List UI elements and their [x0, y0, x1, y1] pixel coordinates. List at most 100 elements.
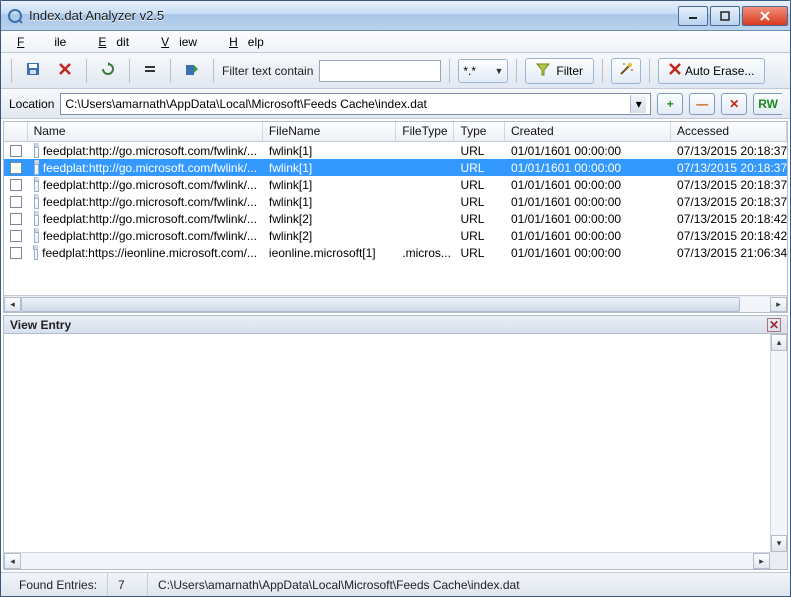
- cell-name: feedplat:https://ieonline.microsoft.com/…: [42, 246, 257, 260]
- file-icon: [34, 160, 39, 175]
- cell-type: URL: [460, 229, 484, 243]
- row-checkbox[interactable]: [10, 145, 22, 157]
- scroll-down-icon[interactable]: ▾: [771, 535, 787, 552]
- x-icon: [669, 63, 681, 78]
- row-checkbox[interactable]: [10, 179, 22, 191]
- table-row[interactable]: feedplat:http://go.microsoft.com/fwlink/…: [4, 210, 787, 227]
- scroll-left-icon[interactable]: ◂: [4, 297, 21, 312]
- table-row[interactable]: feedplat:http://go.microsoft.com/fwlink/…: [4, 142, 787, 159]
- row-checkbox[interactable]: [10, 213, 22, 225]
- view-entry-body: ▴ ▾ ◂ ▸: [3, 333, 788, 570]
- scroll-right-icon[interactable]: ▸: [753, 553, 770, 569]
- menu-file-label: ile: [44, 33, 76, 51]
- cell-type: URL: [460, 246, 484, 260]
- file-icon: [34, 177, 39, 192]
- scroll-thumb[interactable]: [21, 297, 740, 312]
- rw-label: RW: [758, 97, 778, 111]
- pattern-value: *.*: [463, 64, 476, 78]
- delete-button[interactable]: [52, 59, 78, 83]
- cell-type: URL: [460, 178, 484, 192]
- col-name[interactable]: Name: [28, 122, 263, 141]
- scroll-right-icon[interactable]: ▸: [770, 297, 787, 312]
- cell-created: 01/01/1601 00:00:00: [511, 161, 621, 175]
- row-checkbox[interactable]: [10, 230, 22, 242]
- scroll-track[interactable]: [21, 553, 753, 569]
- scroll-left-icon[interactable]: ◂: [4, 553, 21, 569]
- equals-button[interactable]: [138, 59, 162, 83]
- scroll-corner: [770, 552, 787, 569]
- maximize-button[interactable]: [710, 6, 740, 26]
- clear-location-button[interactable]: ✕: [721, 93, 747, 115]
- cell-accessed: 07/13/2015 20:18:37: [677, 178, 787, 192]
- menu-view-label: iew: [169, 33, 207, 51]
- status-found-count: 7: [108, 573, 148, 596]
- cell-accessed: 07/13/2015 20:18:37: [677, 161, 787, 175]
- funnel-icon: [536, 62, 550, 79]
- filter-button[interactable]: Filter: [525, 58, 594, 84]
- menu-view[interactable]: View: [151, 33, 217, 51]
- file-icon: [34, 194, 39, 209]
- remove-location-button[interactable]: —: [689, 93, 715, 115]
- refresh-button[interactable]: [95, 59, 121, 83]
- cell-created: 01/01/1601 00:00:00: [511, 246, 621, 260]
- col-accessed[interactable]: Accessed: [671, 122, 787, 141]
- toolbar: Filter text contain *.* ▼ Filter Auto Er…: [1, 53, 790, 89]
- cell-created: 01/01/1601 00:00:00: [511, 178, 621, 192]
- row-checkbox[interactable]: [10, 247, 22, 259]
- equals-icon: [143, 62, 157, 79]
- cell-filename: fwlink[1]: [269, 195, 312, 209]
- add-location-button[interactable]: +: [657, 93, 683, 115]
- col-type[interactable]: Type: [454, 122, 505, 141]
- cell-accessed: 07/13/2015 20:18:37: [677, 144, 787, 158]
- table-row[interactable]: feedplat:http://go.microsoft.com/fwlink/…: [4, 176, 787, 193]
- magic-button[interactable]: [611, 58, 641, 84]
- scroll-track[interactable]: [21, 297, 770, 312]
- export-button[interactable]: [179, 59, 205, 83]
- cell-created: 01/01/1601 00:00:00: [511, 195, 621, 209]
- location-bar: Location C:\Users\amarnath\AppData\Local…: [1, 89, 790, 119]
- table-row[interactable]: feedplat:http://go.microsoft.com/fwlink/…: [4, 227, 787, 244]
- table-header: Name FileName FileType Type Created Acce…: [4, 122, 787, 142]
- status-bar: Found Entries: 7 C:\Users\amarnath\AppDa…: [1, 572, 790, 596]
- filter-input[interactable]: [319, 60, 441, 82]
- location-combo[interactable]: C:\Users\amarnath\AppData\Local\Microsof…: [60, 93, 651, 115]
- cell-name: feedplat:http://go.microsoft.com/fwlink/…: [43, 212, 257, 226]
- status-path: C:\Users\amarnath\AppData\Local\Microsof…: [148, 573, 782, 596]
- table-row[interactable]: feedplat:https://ieonline.microsoft.com/…: [4, 244, 787, 261]
- scroll-up-icon[interactable]: ▴: [771, 334, 787, 351]
- cell-name: feedplat:http://go.microsoft.com/fwlink/…: [43, 144, 257, 158]
- filter-label: Filter text contain: [222, 64, 313, 78]
- v-scrollbar[interactable]: ▴ ▾: [770, 334, 787, 552]
- minimize-button[interactable]: [678, 6, 708, 26]
- col-filename[interactable]: FileName: [263, 122, 396, 141]
- view-entry-close-button[interactable]: ✕: [767, 318, 781, 332]
- cell-type: URL: [460, 212, 484, 226]
- app-icon: [7, 8, 23, 24]
- rw-button[interactable]: RW: [753, 93, 782, 115]
- pattern-combo[interactable]: *.* ▼: [458, 59, 508, 83]
- h-scrollbar[interactable]: ◂ ▸: [4, 295, 787, 312]
- status-found-label: Found Entries:: [9, 573, 108, 596]
- cell-created: 01/01/1601 00:00:00: [511, 212, 621, 226]
- refresh-icon: [100, 61, 116, 80]
- row-checkbox[interactable]: [10, 162, 22, 174]
- col-filetype[interactable]: FileType: [396, 122, 454, 141]
- location-path: C:\Users\amarnath\AppData\Local\Microsof…: [65, 97, 427, 111]
- row-checkbox[interactable]: [10, 196, 22, 208]
- menubar: File Edit View Help: [1, 31, 790, 53]
- cell-created: 01/01/1601 00:00:00: [511, 144, 621, 158]
- table-row[interactable]: feedplat:http://go.microsoft.com/fwlink/…: [4, 193, 787, 210]
- h-scrollbar[interactable]: ◂ ▸: [4, 552, 770, 569]
- save-button[interactable]: [20, 59, 46, 83]
- menu-help[interactable]: Help: [219, 33, 284, 51]
- col-created[interactable]: Created: [505, 122, 671, 141]
- table-row[interactable]: feedplat:http://go.microsoft.com/fwlink/…: [4, 159, 787, 176]
- window-title: Index.dat Analyzer v2.5: [29, 8, 676, 23]
- menu-edit[interactable]: Edit: [88, 33, 149, 51]
- auto-erase-label: Auto Erase...: [685, 64, 754, 78]
- scroll-track[interactable]: [771, 351, 787, 535]
- menu-file[interactable]: File: [7, 33, 86, 51]
- auto-erase-button[interactable]: Auto Erase...: [658, 58, 765, 84]
- close-button[interactable]: [742, 6, 788, 26]
- cell-accessed: 07/13/2015 21:06:34: [677, 246, 787, 260]
